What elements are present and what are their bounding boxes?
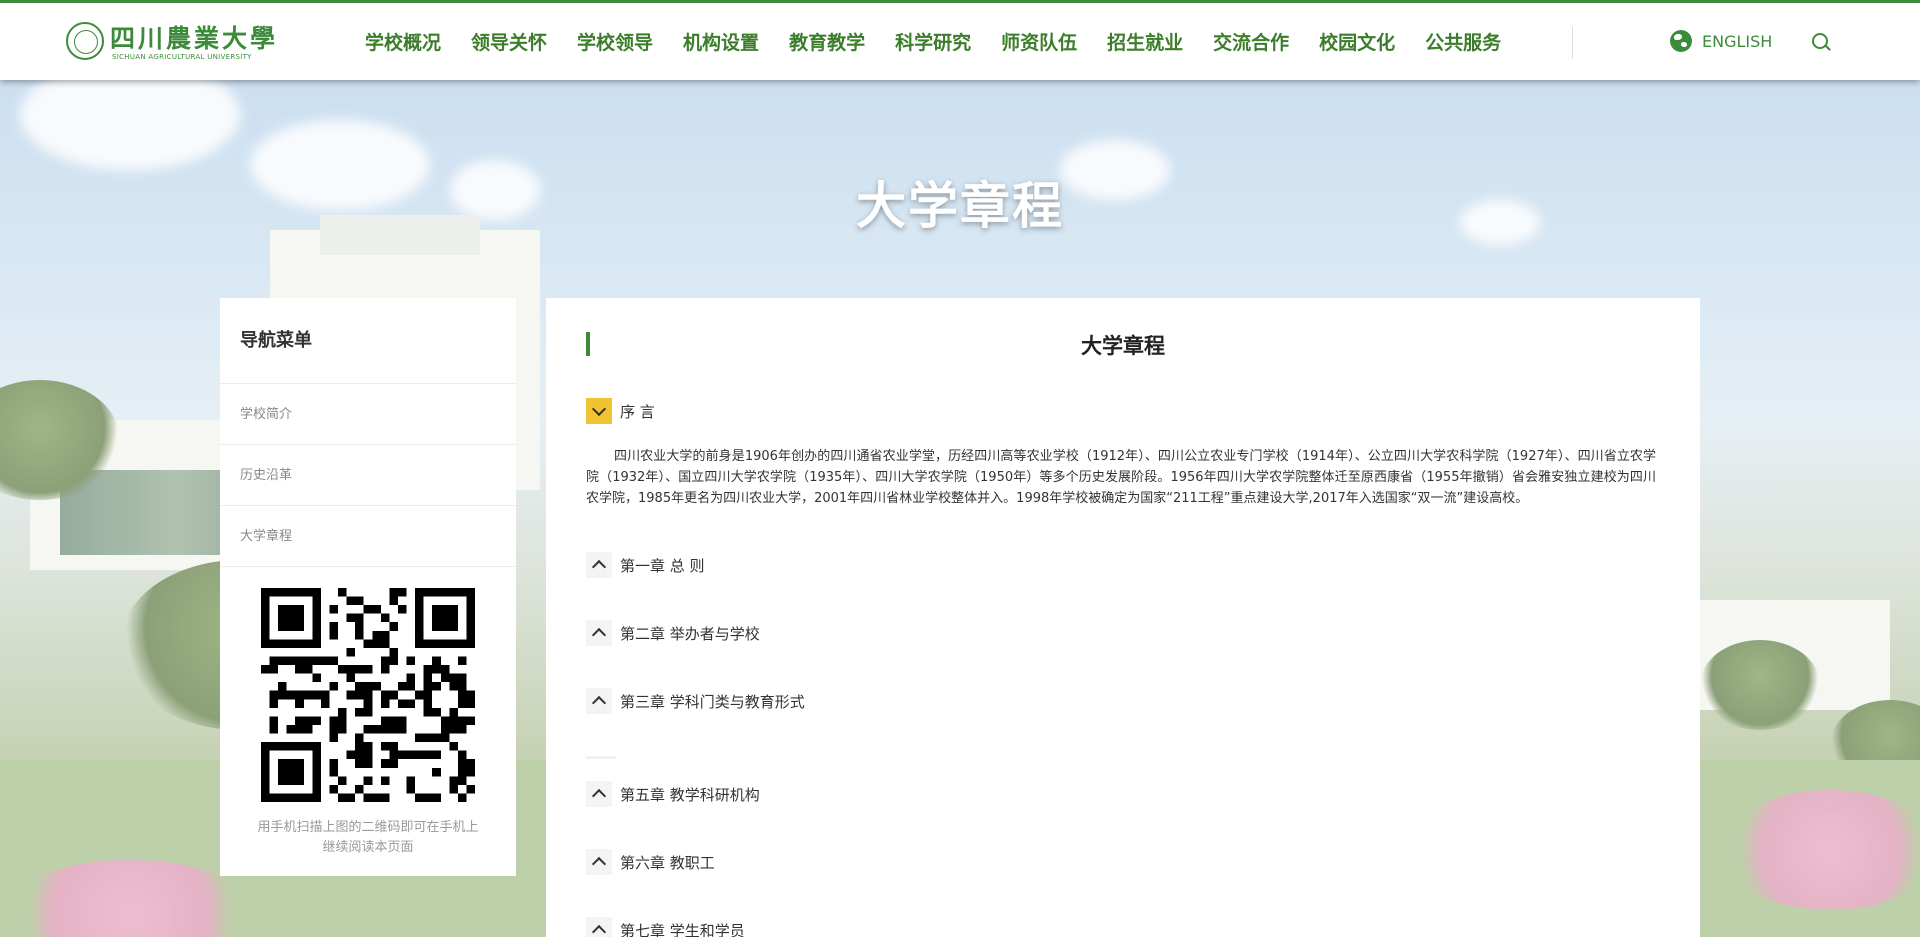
preface-text: 四川农业大学的前身是1906年创办的四川通省农业学堂，历经四川高等农业学校（19… [586,449,1656,506]
nav-item-faculty[interactable]: 师资队伍 [1001,28,1077,55]
nav-item-exchange[interactable]: 交流合作 [1213,28,1289,55]
section-label: 第三章 学科门类与教育形式 [620,692,805,711]
nav-item-public-services[interactable]: 公共服务 [1425,28,1501,55]
sidebar-item-charter[interactable]: 大学章程 [220,506,516,567]
section-label: 第七章 学生和学员 [620,921,745,937]
section-chapter-7[interactable]: 第七章 学生和学员 [586,917,745,937]
main-nav: 学校概况 领导关怀 学校领导 机构设置 教育教学 科学研究 师资队伍 招生就业 … [350,3,1516,80]
nav-divider [1572,27,1573,59]
chevron-up-icon [586,917,612,937]
content-panel: 大学章程 序 言 四川农业大学的前身是1906年创办的四川通省农业学堂，历经四川… [546,298,1700,937]
section-label: 序 言 [620,402,655,421]
section-label: 第二章 举办者与学校 [620,624,760,643]
section-chapter-2[interactable]: 第二章 举办者与学校 [586,620,760,646]
chevron-up-icon [586,620,612,646]
chevron-up-icon [586,552,612,578]
chevron-up-icon [586,849,612,875]
chevron-up-icon [586,781,612,807]
site-header: 四川農業大學 SICHUAN AGRICULTURAL UNIVERSITY 学… [0,0,1920,80]
nav-item-school-leaders[interactable]: 学校领导 [577,28,653,55]
chevron-down-icon [586,398,612,424]
content-title: 大学章程 [1081,334,1165,358]
section-chapter-1[interactable]: 第一章 总 则 [586,552,705,578]
section-chapter-6[interactable]: 第六章 教职工 [586,849,715,875]
nav-item-campus-culture[interactable]: 校园文化 [1319,28,1395,55]
loading-placeholder [586,756,616,759]
nav-item-education[interactable]: 教育教学 [789,28,865,55]
seal-icon [66,22,104,60]
section-preface[interactable]: 序 言 [586,398,655,424]
language-switch[interactable]: ENGLISH [1670,30,1772,52]
globe-icon [1670,30,1692,52]
logo-chinese-name: 四川農業大學 [110,24,279,53]
qr-caption: 用手机扫描上图的二维码即可在手机上继续阅读本页面 [257,820,479,855]
sidebar-title: 导航菜单 [220,298,516,384]
nav-item-research[interactable]: 科学研究 [895,28,971,55]
nav-item-leadership-care[interactable]: 领导关怀 [471,28,547,55]
logo-english-name: SICHUAN AGRICULTURAL UNIVERSITY [112,53,252,61]
sidebar-item-history[interactable]: 历史沿革 [220,445,516,506]
sidebar-item-school-intro[interactable]: 学校简介 [220,384,516,445]
section-label: 第一章 总 则 [620,556,705,575]
language-label: ENGLISH [1702,31,1773,51]
section-label: 第六章 教职工 [620,853,715,872]
section-chapter-3[interactable]: 第三章 学科门类与教育形式 [586,688,805,714]
chevron-up-icon [586,688,612,714]
nav-item-admissions[interactable]: 招生就业 [1107,28,1183,55]
university-logo[interactable]: 四川農業大學 SICHUAN AGRICULTURAL UNIVERSITY [66,19,275,65]
section-chapter-5[interactable]: 第五章 教学科研机构 [586,781,760,807]
nav-item-overview[interactable]: 学校概况 [365,28,441,55]
section-label: 第五章 教学科研机构 [620,785,760,804]
search-icon[interactable] [1812,33,1831,52]
sidebar: 导航菜单 学校简介 历史沿革 大学章程 用手机扫描上图的二维码即可在手机上继续阅… [220,298,516,876]
nav-item-organization[interactable]: 机构设置 [683,28,759,55]
qr-code [261,588,475,802]
page-title: 大学章程 [856,177,1064,235]
